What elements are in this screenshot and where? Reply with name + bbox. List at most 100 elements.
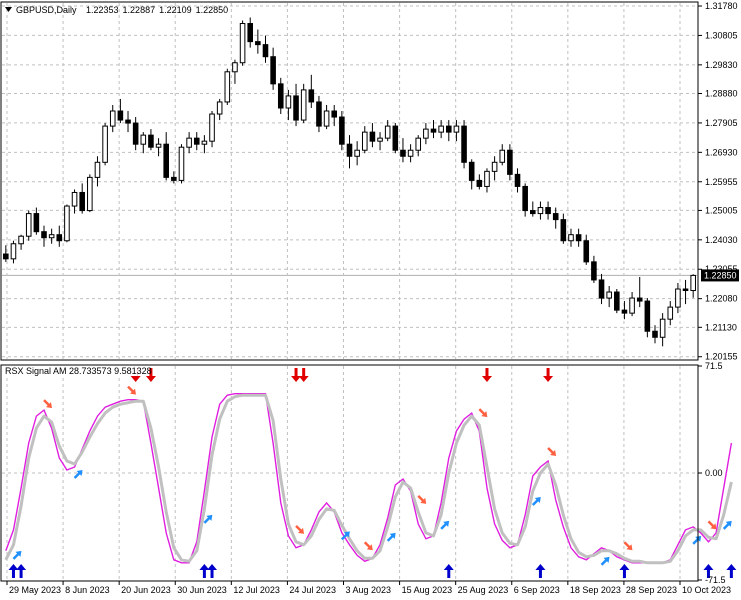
indicator-scale-label: 71.5	[705, 361, 723, 371]
bull-candle-body	[140, 134, 147, 145]
bull-candle-body	[102, 125, 108, 163]
bull-candle-body	[239, 23, 246, 64]
bear-candle-body	[79, 191, 85, 212]
bear-candle-body	[247, 23, 254, 43]
ohlc-value: 1.22353	[86, 5, 119, 15]
bear-candle-body	[132, 122, 139, 145]
bear-candle-body	[614, 291, 620, 311]
indicator-title: RSX Signal AM 28.733573 9.581328	[5, 366, 152, 376]
bear-candle-body	[652, 330, 658, 338]
candle[interactable]	[392, 123, 399, 154]
price-label: 1.22080	[705, 294, 738, 304]
price-label: 1.27905	[705, 118, 738, 128]
ohlc-value: 1.22887	[123, 5, 156, 15]
bear-candle-body	[591, 261, 597, 281]
bull-candle-body	[109, 110, 116, 127]
time-label: 15 Aug 2023	[402, 585, 453, 595]
candle[interactable]	[239, 20, 246, 66]
bull-candle-body	[209, 113, 215, 142]
candle[interactable]	[461, 120, 467, 169]
bear-candle-body	[598, 279, 605, 299]
bear-candle-body	[117, 110, 124, 121]
bear-candle-body	[277, 83, 284, 109]
bear-candle-body	[636, 297, 643, 302]
bear-candle-body	[308, 89, 315, 103]
bull-candle-body	[629, 297, 635, 314]
candle[interactable]	[25, 210, 32, 241]
bear-candle-body	[171, 176, 177, 181]
bear-candle-body	[583, 240, 590, 263]
bear-candle-body	[514, 173, 521, 187]
bear-candle-body	[682, 288, 689, 292]
bull-candle-body	[87, 176, 93, 212]
bull-candle-body	[64, 205, 70, 242]
bull-candle-body	[323, 110, 330, 127]
bear-candle-body	[56, 234, 63, 242]
bull-candle-body	[491, 161, 498, 172]
bear-candle-body	[331, 110, 338, 118]
bear-candle-body	[468, 161, 475, 181]
price-label: 1.26930	[705, 147, 738, 157]
trading-chart[interactable]: 1.31780 1.30805 1.29830 1.28880 1.27905 1.269…	[0, 0, 741, 600]
candle[interactable]	[614, 289, 620, 314]
time-label: 6 Sep 2023	[514, 585, 560, 595]
price-label: 1.28880	[705, 89, 738, 99]
bear-candle-body	[339, 116, 345, 145]
time-label: 8 Jun 2023	[65, 585, 110, 595]
candle[interactable]	[102, 123, 108, 166]
bull-candle-body	[377, 137, 383, 142]
time-label: 18 Sep 2023	[570, 585, 621, 595]
candle[interactable]	[339, 111, 345, 151]
bear-candle-body	[621, 309, 628, 314]
bull-candle-body	[438, 125, 444, 133]
bull-candle-body	[415, 137, 422, 151]
bull-candle-body	[18, 235, 24, 245]
time-label: 30 Jun 2023	[177, 585, 227, 595]
bull-candle-body	[201, 140, 208, 145]
bear-candle-body	[270, 56, 276, 85]
price-label: 1.29830	[705, 60, 738, 70]
candle[interactable]	[644, 298, 651, 338]
candle[interactable]	[178, 144, 185, 184]
price-label: 1.30805	[705, 30, 738, 40]
price-label: 1.21130	[705, 322, 737, 332]
bull-candle-body	[659, 318, 666, 338]
time-label: 3 Aug 2023	[346, 585, 392, 595]
bear-candle-body	[445, 125, 452, 133]
symbol-title: GBPUSD,Daily	[16, 5, 77, 15]
indicator-scale-label: -71.5	[705, 575, 726, 585]
time-label: 29 May 2023	[9, 585, 61, 595]
bull-candle-body	[537, 207, 544, 215]
bear-candle-body	[33, 213, 40, 233]
time-label: 25 Aug 2023	[458, 585, 509, 595]
bear-candle-body	[125, 119, 131, 124]
bear-candle-body	[148, 134, 154, 148]
bear-candle-body	[522, 185, 528, 212]
candle[interactable]	[224, 68, 231, 105]
bull-candle-body	[300, 89, 307, 121]
bear-candle-body	[507, 149, 513, 175]
bull-candle-body	[667, 306, 674, 320]
bull-candle-body	[94, 161, 101, 178]
bear-candle-body	[163, 143, 169, 178]
candle[interactable]	[87, 174, 93, 213]
bull-candle-body	[10, 243, 17, 260]
bear-candle-body	[41, 231, 47, 239]
candle[interactable]	[64, 204, 70, 243]
bull-candle-body	[285, 95, 292, 109]
bull-candle-body	[224, 71, 231, 103]
price-label: 1.24030	[705, 235, 738, 245]
bear-candle-body	[369, 131, 376, 142]
price-label: 1.25005	[705, 205, 738, 215]
candle[interactable]	[300, 83, 307, 124]
bear-candle-body	[575, 234, 582, 242]
bull-candle-body	[48, 234, 55, 239]
bull-candle-body	[423, 128, 429, 139]
bull-candle-body	[499, 149, 506, 163]
bull-candle-body	[25, 213, 32, 237]
bull-candle-body	[361, 131, 368, 151]
bear-candle-body	[293, 95, 299, 121]
ohlc-value: 1.22850	[196, 5, 229, 15]
bear-candle-body	[461, 125, 467, 163]
bear-candle-body	[255, 41, 261, 46]
